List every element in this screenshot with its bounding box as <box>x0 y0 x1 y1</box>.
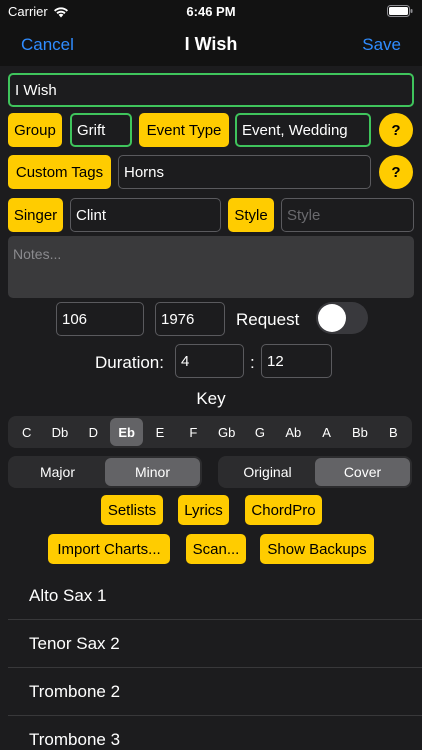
notes-field[interactable]: Notes... <box>8 236 414 298</box>
custom-tags-help-button[interactable]: ? <box>379 155 413 189</box>
toggle-knob <box>318 304 346 332</box>
battery-icon <box>387 5 413 20</box>
navigation-bar: Cancel I Wish Save <box>0 24 422 66</box>
year-field[interactable]: 1976 <box>155 302 225 336</box>
event-type-field[interactable]: Event, Wedding <box>235 113 371 147</box>
version-cover[interactable]: Cover <box>315 458 410 486</box>
key-option-d[interactable]: D <box>77 418 110 446</box>
list-item[interactable]: Trombone 2 <box>8 668 422 716</box>
key-option-db[interactable]: Db <box>43 418 76 446</box>
key-option-c[interactable]: C <box>10 418 43 446</box>
page-title: I Wish <box>184 34 238 54</box>
version-selector: Original Cover <box>218 456 412 488</box>
key-option-bb[interactable]: Bb <box>343 418 376 446</box>
chordpro-button[interactable]: ChordPro <box>245 495 322 525</box>
key-option-a[interactable]: A <box>310 418 343 446</box>
version-original[interactable]: Original <box>220 458 315 486</box>
custom-tags-field[interactable]: Horns <box>118 155 371 189</box>
duration-label: Duration: <box>95 353 164 372</box>
group-field[interactable]: Grift <box>70 113 132 147</box>
key-option-e[interactable]: E <box>143 418 176 446</box>
key-option-gb[interactable]: Gb <box>210 418 243 446</box>
scan-button[interactable]: Scan... <box>186 534 246 564</box>
setlists-button[interactable]: Setlists <box>101 495 163 525</box>
tempo-field[interactable]: 106 <box>56 302 144 336</box>
mode-major[interactable]: Major <box>10 458 105 486</box>
status-time: 6:46 PM <box>186 4 236 19</box>
save-button[interactable]: Save <box>362 35 401 55</box>
list-item[interactable]: Alto Sax 1 <box>8 572 422 620</box>
lyrics-button[interactable]: Lyrics <box>178 495 229 525</box>
request-label: Request <box>236 310 300 329</box>
status-bar: Carrier 6:46 PM <box>0 0 422 24</box>
duration-seconds-field[interactable]: 12 <box>261 344 332 378</box>
list-item[interactable]: Tenor Sax 2 <box>8 620 422 668</box>
key-option-f[interactable]: F <box>177 418 210 446</box>
key-option-b[interactable]: B <box>377 418 410 446</box>
event-type-button[interactable]: Event Type <box>139 113 229 147</box>
mode-minor[interactable]: Minor <box>105 458 200 486</box>
singer-button[interactable]: Singer <box>8 198 63 232</box>
key-selector: C Db D Eb E F Gb G Ab A Bb B <box>8 416 412 448</box>
event-type-help-button[interactable]: ? <box>379 113 413 147</box>
song-title-field[interactable]: I Wish <box>8 73 414 107</box>
list-item[interactable]: Trombone 3 <box>8 716 422 750</box>
mode-selector: Major Minor <box>8 456 202 488</box>
group-button[interactable]: Group <box>8 113 62 147</box>
request-toggle[interactable] <box>316 302 368 334</box>
style-button[interactable]: Style <box>228 198 274 232</box>
key-option-eb[interactable]: Eb <box>109 418 144 446</box>
singer-field[interactable]: Clint <box>70 198 221 232</box>
key-label: Key <box>196 389 226 408</box>
chart-list: Alto Sax 1 Tenor Sax 2 Trombone 2 Trombo… <box>8 572 422 750</box>
import-charts-button[interactable]: Import Charts... <box>48 534 170 564</box>
style-field[interactable]: Style <box>281 198 414 232</box>
duration-separator: : <box>250 353 255 372</box>
duration-minutes-field[interactable]: 4 <box>175 344 244 378</box>
key-option-ab[interactable]: Ab <box>277 418 310 446</box>
custom-tags-button[interactable]: Custom Tags <box>8 155 111 189</box>
show-backups-button[interactable]: Show Backups <box>260 534 374 564</box>
key-option-g[interactable]: G <box>243 418 276 446</box>
